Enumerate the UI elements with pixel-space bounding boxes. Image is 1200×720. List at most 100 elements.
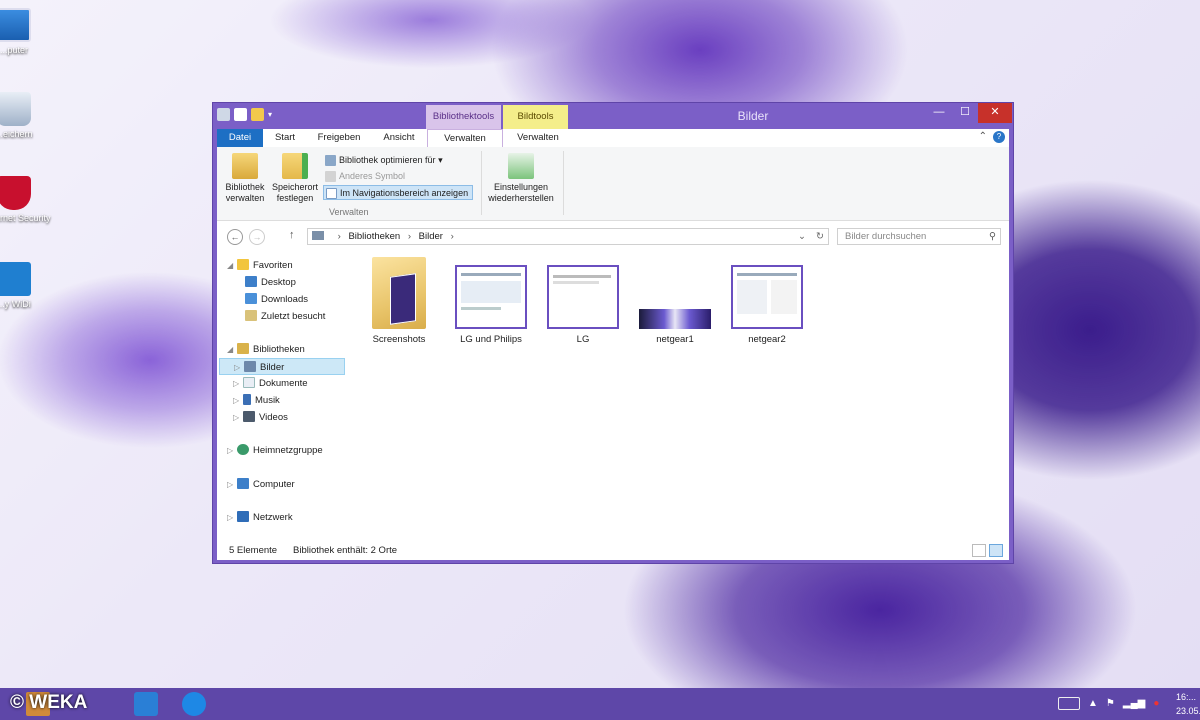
- breadcrumb-bilder[interactable]: Bilder: [419, 231, 443, 242]
- nav-label: Computer: [253, 479, 295, 490]
- tray-expand-icon[interactable]: ▲: [1088, 698, 1098, 709]
- image-thumbnail: [639, 309, 711, 329]
- back-button[interactable]: ←: [227, 229, 243, 245]
- file-item-lg[interactable]: LG: [541, 257, 625, 345]
- libraries-icon: [237, 343, 249, 354]
- nav-item-bilder[interactable]: ▷ Bilder: [219, 358, 345, 375]
- minimize-button[interactable]: —: [926, 103, 952, 123]
- address-bar[interactable]: › Bibliotheken › Bilder › ⌄ ↻: [307, 228, 829, 245]
- nav-label: Bilder: [260, 362, 285, 373]
- watermark: © WEKA: [10, 692, 88, 713]
- file-item-netgear2[interactable]: netgear2: [725, 257, 809, 345]
- breadcrumb-bibliotheken[interactable]: Bibliotheken: [348, 231, 400, 242]
- desktop-icon-widi[interactable]: ...y WiDi: [0, 262, 42, 332]
- details-view-button[interactable]: [972, 544, 986, 557]
- close-button[interactable]: ✕: [978, 103, 1012, 123]
- desktop-icon-mcafee[interactable]: ...Internet Security: [0, 176, 51, 246]
- qat-dropdown-icon[interactable]: ▾: [268, 108, 276, 121]
- file-name: Screenshots: [372, 334, 426, 345]
- help-icon[interactable]: ?: [993, 131, 1005, 143]
- library-icon: [312, 231, 324, 240]
- restore-settings-button[interactable]: Einstellungen wiederherstellen: [485, 153, 557, 204]
- nav-item-heimnetzgruppe[interactable]: ▷ Heimnetzgruppe: [227, 442, 323, 459]
- nav-pane-icon: [326, 188, 337, 199]
- clock-date: 23.05....: [1176, 706, 1200, 716]
- maximize-button[interactable]: ☐: [952, 103, 978, 123]
- change-icon-icon: [325, 171, 336, 182]
- breadcrumb-separator: ›: [450, 231, 454, 242]
- desktop-icon-label: ...Internet Security: [0, 213, 51, 223]
- tab-start[interactable]: Start: [265, 129, 305, 147]
- nav-item-downloads[interactable]: Downloads: [245, 291, 308, 308]
- internet-explorer-icon[interactable]: [182, 692, 206, 716]
- image-thumbnail: [455, 265, 527, 329]
- up-button[interactable]: ↑: [289, 229, 295, 241]
- mcafee-icon: [0, 176, 31, 210]
- nav-item-recent[interactable]: Zuletzt besucht: [245, 308, 325, 325]
- search-icon: ⚲: [989, 231, 996, 242]
- nav-item-netzwerk[interactable]: ▷ Netzwerk: [227, 509, 293, 526]
- keyboard-icon[interactable]: [1058, 697, 1080, 710]
- properties-icon[interactable]: [234, 108, 247, 121]
- clock-time: 16:...: [1176, 692, 1197, 702]
- tab-datei[interactable]: Datei: [217, 129, 263, 147]
- restore-icon: [508, 153, 534, 179]
- library-manage-button[interactable]: Bibliothek verwalten: [221, 153, 269, 204]
- clock[interactable]: 16:... 23.05....: [1176, 690, 1200, 718]
- folder-check-icon: [282, 153, 308, 179]
- file-name: LG und Philips: [460, 334, 522, 345]
- desktop-icon: [245, 276, 257, 287]
- nav-item-bibliotheken[interactable]: ◢ Bibliotheken: [227, 341, 305, 358]
- window-icon[interactable]: [217, 108, 230, 121]
- recent-places-icon: [245, 310, 257, 321]
- desktop-icon-computer[interactable]: ...puter: [0, 8, 42, 78]
- tab-ansicht[interactable]: Ansicht: [373, 129, 425, 147]
- nav-label: Musik: [255, 395, 280, 406]
- tab-freigeben[interactable]: Freigeben: [307, 129, 371, 147]
- file-name: LG: [576, 334, 590, 345]
- refresh-icon[interactable]: ↻: [816, 229, 824, 244]
- nav-label: Downloads: [261, 294, 308, 305]
- volume-icon[interactable]: ●: [1153, 698, 1159, 709]
- desktop-icon-recycle-bin[interactable]: ...eichern: [0, 92, 42, 162]
- show-in-nav-label: Im Navigationsbereich anzeigen: [340, 188, 469, 198]
- ribbon-collapse-icon[interactable]: ⌃: [979, 131, 987, 143]
- file-item-netgear1[interactable]: netgear1: [633, 257, 717, 345]
- tab-verwalten-library[interactable]: Verwalten: [427, 129, 503, 147]
- optimize-label: Bibliothek optimieren für: [339, 155, 436, 165]
- nav-label: Videos: [259, 412, 288, 423]
- file-item-lg-und-philips[interactable]: LG und Philips: [449, 257, 533, 345]
- nav-item-computer[interactable]: ▷ Computer: [227, 476, 295, 493]
- window-title: Bilder: [737, 109, 769, 123]
- library-icon: [232, 153, 258, 179]
- recycle-bin-icon: [0, 92, 31, 126]
- nav-item-videos[interactable]: ▷ Videos: [233, 409, 288, 426]
- nav-label: Zuletzt besucht: [261, 311, 326, 322]
- optimize-icon: [325, 155, 336, 166]
- search-placeholder: Bilder durchsuchen: [845, 231, 927, 242]
- address-dropdown-icon[interactable]: ⌄: [798, 229, 806, 244]
- network-icon[interactable]: ▂▄▆: [1123, 698, 1145, 709]
- forward-button[interactable]: →: [249, 229, 265, 245]
- tab-verwalten-picture[interactable]: Verwalten: [505, 129, 571, 147]
- large-icons-view-button[interactable]: [989, 544, 1003, 557]
- nav-item-musik[interactable]: ▷ Musik: [233, 392, 280, 409]
- app-icon[interactable]: [134, 692, 158, 716]
- videos-icon: [243, 411, 255, 422]
- title-bar[interactable]: ▾ Bibliothektools Bildtools Bilder — ☐ ✕: [213, 103, 1013, 129]
- new-folder-icon[interactable]: [251, 108, 264, 121]
- save-location-button[interactable]: Speicherort festlegen: [271, 153, 319, 204]
- show-in-nav-toggle[interactable]: Im Navigationsbereich anzeigen: [323, 185, 474, 200]
- flag-icon[interactable]: ⚑: [1106, 698, 1115, 709]
- nav-item-desktop[interactable]: Desktop: [245, 274, 296, 291]
- file-item-screenshots[interactable]: Screenshots: [357, 257, 441, 345]
- star-icon: [237, 259, 249, 270]
- library-info: Bibliothek enthält: 2 Orte: [293, 545, 398, 556]
- restore-settings-label: Einstellungen wiederherstellen: [488, 182, 554, 203]
- search-input[interactable]: Bilder durchsuchen ⚲: [837, 228, 1001, 245]
- nav-item-favoriten[interactable]: ◢ Favoriten: [227, 257, 293, 274]
- folder-icon: [372, 257, 426, 329]
- context-tab-bildtools: Bildtools: [503, 105, 568, 129]
- optimize-library-dropdown[interactable]: Bibliothek optimieren für ▾: [323, 153, 447, 168]
- nav-item-dokumente[interactable]: ▷ Dokumente: [233, 375, 308, 392]
